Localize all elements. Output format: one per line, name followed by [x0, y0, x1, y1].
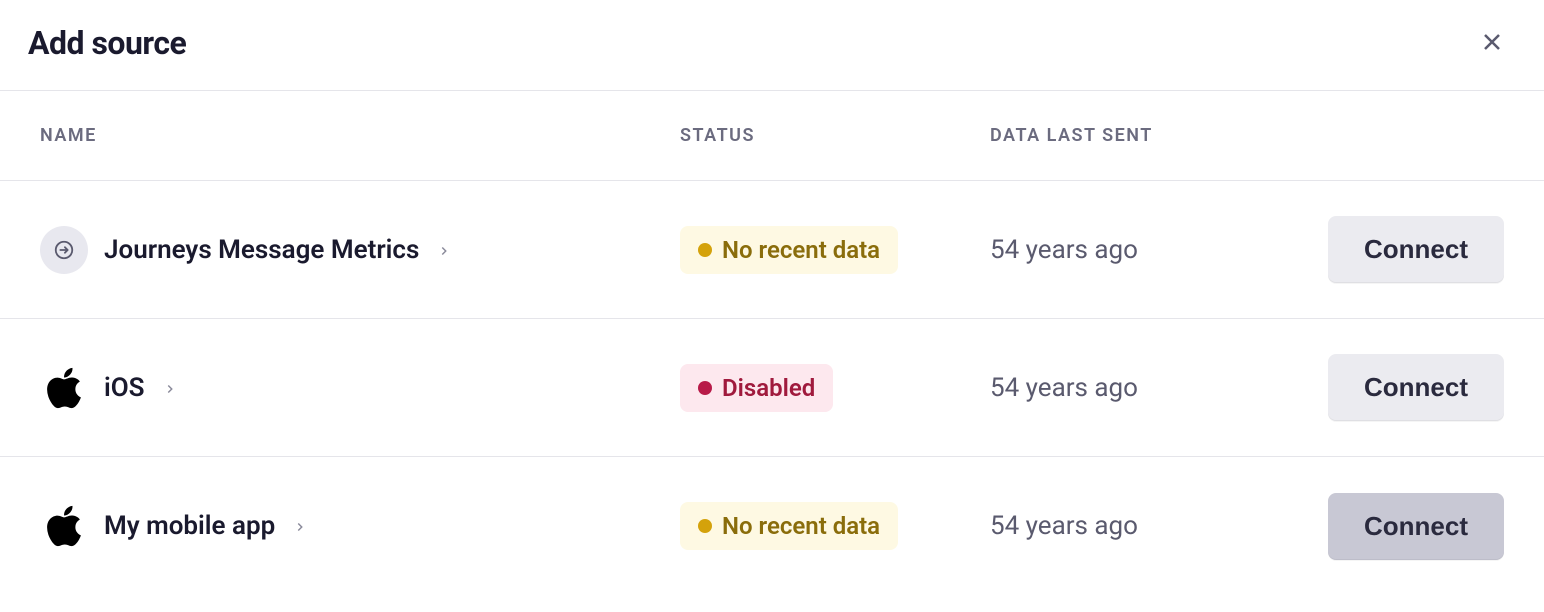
status-badge: Disabled [680, 364, 833, 412]
apple-icon [40, 502, 88, 550]
status-badge: No recent data [680, 502, 898, 550]
status-label: No recent data [722, 236, 880, 264]
last-sent-label: 54 years ago [990, 235, 1138, 265]
modal-header: Add source [0, 0, 1544, 91]
page-title: Add source [28, 24, 186, 62]
last-sent-label: 54 years ago [990, 373, 1138, 403]
status-dot-icon [698, 519, 712, 533]
source-name-label: Journeys Message Metrics [104, 235, 419, 265]
connect-button[interactable]: Connect [1328, 216, 1504, 283]
status-label: No recent data [722, 512, 880, 540]
apple-icon [40, 364, 88, 412]
journeys-icon [40, 226, 88, 274]
chevron-right-icon [437, 243, 451, 257]
table-header: NAME STATUS DATA LAST SENT [0, 91, 1544, 181]
chevron-right-icon [163, 381, 177, 395]
column-header-name: NAME [40, 125, 680, 146]
close-icon [1480, 30, 1504, 57]
status-dot-icon [698, 243, 712, 257]
column-header-status: STATUS [680, 125, 990, 146]
table-row: iOS Disabled 54 years ago Connect [0, 319, 1544, 457]
last-sent-label: 54 years ago [990, 511, 1138, 541]
source-name-cell[interactable]: Journeys Message Metrics [40, 226, 680, 274]
column-header-date: DATA LAST SENT [990, 125, 1260, 146]
chevron-right-icon [293, 519, 307, 533]
source-name-label: iOS [104, 373, 145, 403]
connect-button[interactable]: Connect [1328, 493, 1504, 560]
status-label: Disabled [722, 374, 815, 402]
source-name-label: My mobile app [104, 511, 275, 541]
connect-button[interactable]: Connect [1328, 354, 1504, 421]
table-row: My mobile app No recent data 54 years ago C… [0, 457, 1544, 595]
source-name-cell[interactable]: My mobile app [40, 502, 680, 550]
status-badge: No recent data [680, 226, 898, 274]
close-button[interactable] [1476, 26, 1508, 61]
status-dot-icon [698, 381, 712, 395]
source-icon [40, 226, 88, 274]
source-name-cell[interactable]: iOS [40, 364, 680, 412]
table-row: Journeys Message Metrics No recent data 54… [0, 181, 1544, 319]
